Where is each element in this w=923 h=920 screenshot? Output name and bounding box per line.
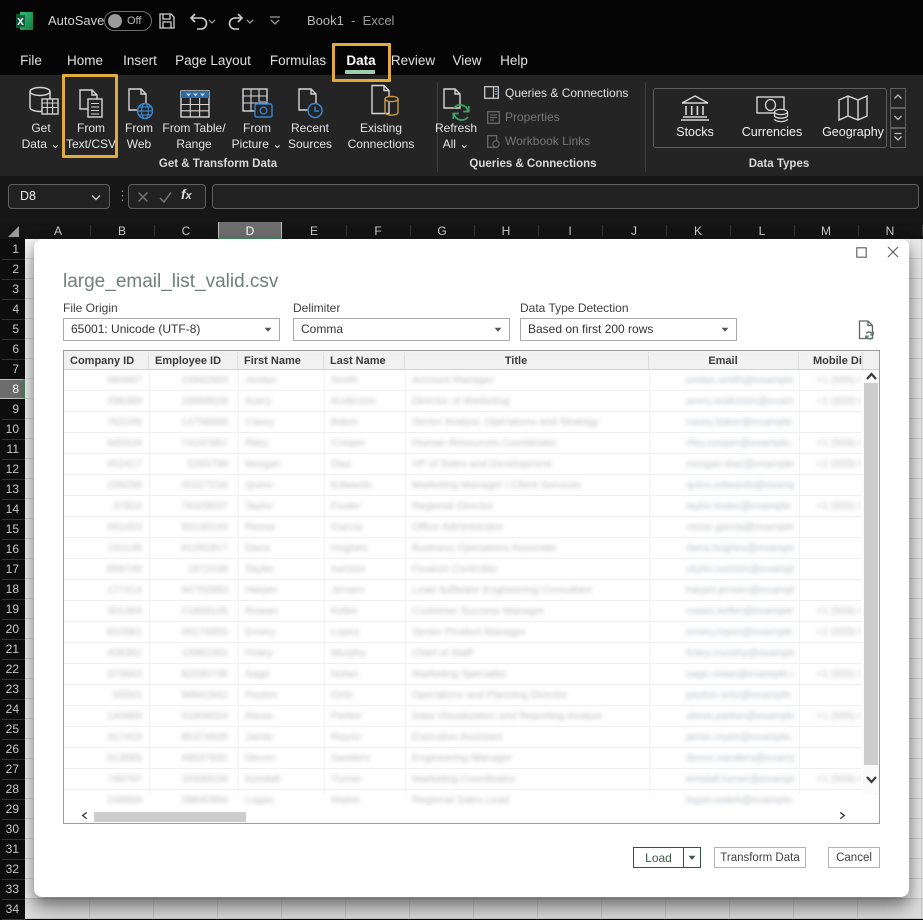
svg-text:X: X [17,17,24,28]
